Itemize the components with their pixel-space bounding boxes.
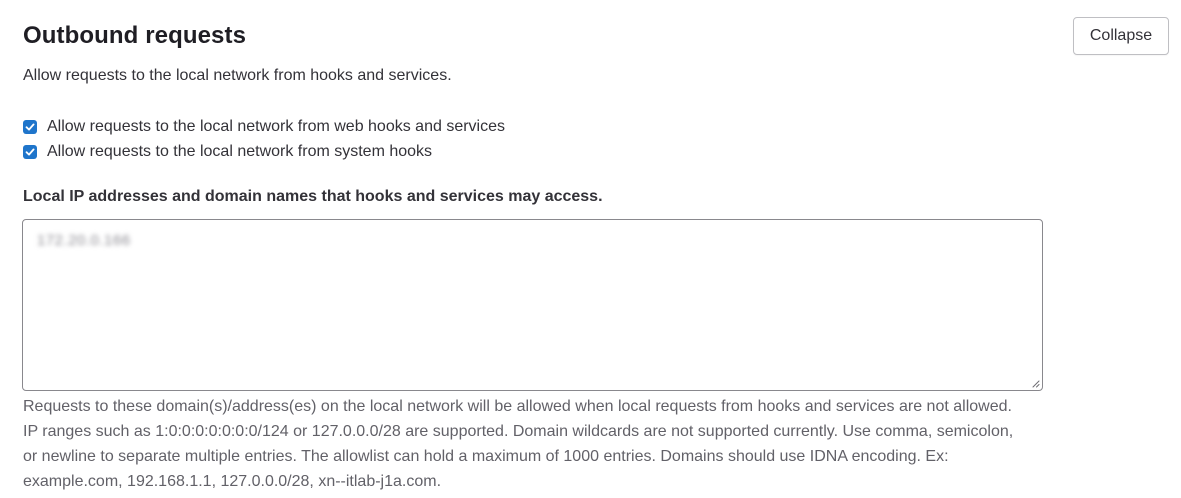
section-description: Allow requests to the local network from… — [23, 67, 452, 84]
webhooks-local-requests-label: Allow requests to the local network from… — [47, 118, 505, 135]
system-hooks-local-requests-option[interactable]: Allow requests to the local network from… — [23, 143, 432, 161]
check-icon — [25, 123, 35, 131]
allowlist-value: 172.20.0.166 — [37, 232, 131, 249]
webhooks-local-requests-option[interactable]: Allow requests to the local network from… — [23, 118, 505, 136]
webhooks-local-requests-checkbox[interactable] — [23, 120, 37, 134]
allowlist-label: Local IP addresses and domain names that… — [23, 188, 603, 205]
allowlist-help-text: Requests to these domain(s)/address(es) … — [23, 398, 1014, 490]
section-title: Outbound requests — [23, 22, 247, 49]
allowlist-textarea[interactable]: 172.20.0.166 — [22, 219, 1043, 391]
system-hooks-local-requests-checkbox[interactable] — [23, 145, 37, 159]
system-hooks-local-requests-label: Allow requests to the local network from… — [47, 143, 433, 160]
collapse-button[interactable]: Collapse — [1073, 17, 1169, 55]
check-icon — [25, 148, 35, 156]
resize-handle-icon[interactable] — [1031, 379, 1040, 388]
